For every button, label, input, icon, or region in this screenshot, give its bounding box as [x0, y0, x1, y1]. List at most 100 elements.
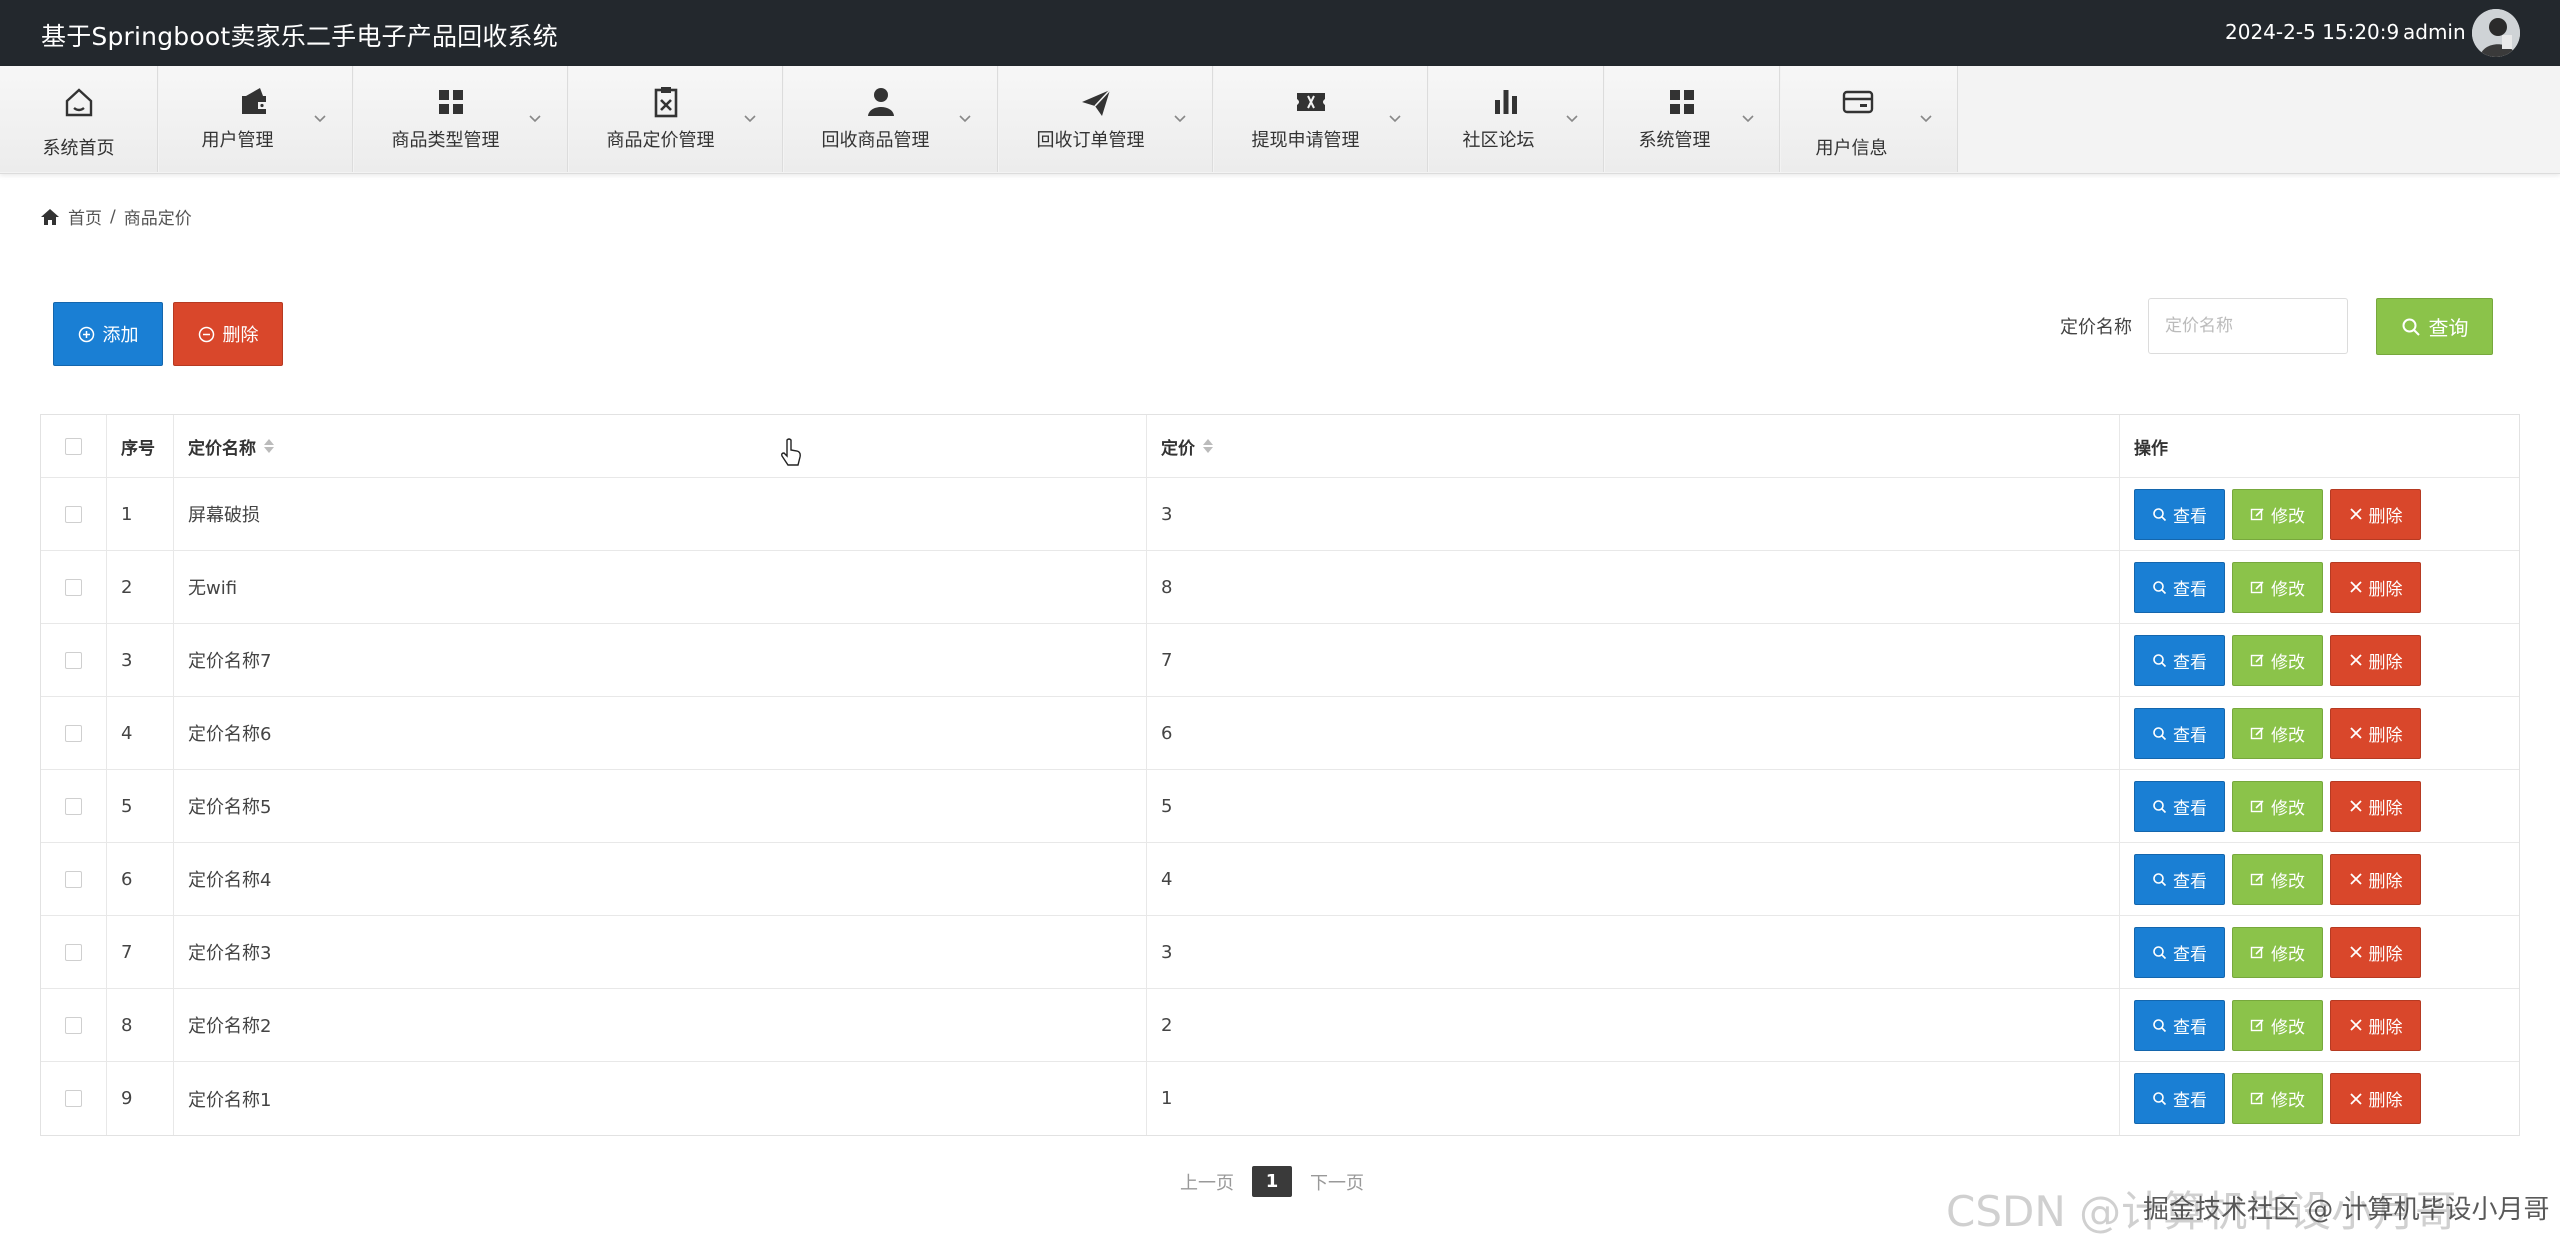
row-index: 8	[107, 989, 174, 1061]
sort-icon[interactable]	[1203, 438, 1213, 454]
view-button-label: 查看	[2173, 652, 2207, 673]
sort-icon[interactable]	[264, 438, 274, 454]
row-index: 2	[107, 551, 174, 623]
nav-item-product-type[interactable]: 商品类型管理	[354, 66, 568, 172]
table-row: 8 定价名称2 2 查看 修改 删除	[41, 989, 2519, 1062]
row-checkbox[interactable]	[65, 578, 82, 596]
row-checkbox[interactable]	[65, 943, 82, 961]
paper-plane-icon	[1082, 89, 1111, 116]
breadcrumb-home[interactable]: 首页	[68, 204, 102, 229]
delete-button[interactable]: 删除	[2330, 707, 2421, 759]
edit-button[interactable]: 修改	[2232, 488, 2323, 540]
row-name: 定价名称3	[174, 916, 1147, 988]
row-checkbox[interactable]	[65, 505, 82, 523]
row-index: 9	[107, 1062, 174, 1135]
view-button[interactable]: 查看	[2134, 634, 2225, 686]
add-button-label: 添加	[102, 325, 139, 346]
row-index: 6	[107, 843, 174, 915]
next-page-link[interactable]: 下一页	[1310, 1169, 1364, 1195]
nav-item-recycle-orders[interactable]: 回收订单管理	[999, 66, 1213, 172]
delete-button[interactable]: 删除	[2330, 634, 2421, 686]
view-button[interactable]: 查看	[2134, 999, 2225, 1051]
view-button[interactable]: 查看	[2134, 1073, 2225, 1124]
row-actions: 查看 修改 删除	[2120, 478, 2520, 550]
row-index: 3	[107, 624, 174, 696]
delete-button[interactable]: 删除	[2330, 488, 2421, 540]
edit-button[interactable]: 修改	[2232, 853, 2323, 905]
nav-label: 用户管理	[201, 130, 274, 151]
chevron-down-icon	[529, 115, 541, 123]
nav-item-withdrawals[interactable]: 提现申请管理	[1214, 66, 1428, 172]
batch-delete-button[interactable]: 删除	[173, 302, 283, 366]
breadcrumb: 首页 / 商品定价	[40, 204, 192, 229]
delete-button[interactable]: 删除	[2330, 999, 2421, 1051]
row-price: 2	[1147, 989, 2120, 1061]
nav-item-user-management[interactable]: 用户管理	[159, 66, 353, 172]
table-row: 7 定价名称3 3 查看 修改 删除	[41, 916, 2519, 989]
view-button[interactable]: 查看	[2134, 780, 2225, 832]
search-label: 定价名称	[2060, 317, 2132, 338]
edit-button[interactable]: 修改	[2232, 926, 2323, 978]
delete-button[interactable]: 删除	[2330, 780, 2421, 832]
delete-button[interactable]: 删除	[2330, 926, 2421, 978]
prev-page-link[interactable]: 上一页	[1180, 1169, 1234, 1195]
nav-item-system[interactable]: 系统管理	[1605, 66, 1780, 172]
row-checkbox[interactable]	[65, 870, 82, 888]
row-price: 1	[1147, 1062, 2120, 1135]
edit-button-label: 修改	[2271, 579, 2305, 600]
row-price: 3	[1147, 478, 2120, 550]
add-button[interactable]: 添加	[53, 302, 163, 366]
select-all-checkbox[interactable]	[65, 437, 82, 455]
header-index: 序号	[107, 415, 174, 477]
row-actions: 查看 修改 删除	[2120, 916, 2520, 988]
edit-button[interactable]: 修改	[2232, 1073, 2323, 1124]
edit-button[interactable]: 修改	[2232, 780, 2323, 832]
edit-button-label: 修改	[2271, 506, 2305, 527]
query-button[interactable]: 查询	[2376, 298, 2493, 355]
delete-button[interactable]: 删除	[2330, 561, 2421, 613]
row-checkbox[interactable]	[65, 1090, 82, 1107]
delete-button[interactable]: 删除	[2330, 1073, 2421, 1124]
header-price[interactable]: 定价	[1147, 415, 2120, 477]
ticket-icon	[1297, 93, 1325, 111]
nav-label: 回收商品管理	[821, 130, 930, 151]
search-icon	[2152, 872, 2167, 887]
grid-icon	[1670, 90, 1694, 114]
view-button[interactable]: 查看	[2134, 561, 2225, 613]
nav-item-forum[interactable]: 社区论坛	[1429, 66, 1604, 172]
avatar[interactable]	[2472, 9, 2520, 57]
close-icon	[2349, 1018, 2363, 1032]
nav-item-pricing[interactable]: 商品定价管理	[569, 66, 783, 172]
nav-label: 系统管理	[1638, 130, 1711, 151]
close-icon	[2349, 799, 2363, 813]
header-name[interactable]: 定价名称	[174, 415, 1147, 477]
edit-button[interactable]: 修改	[2232, 561, 2323, 613]
edit-button-label: 修改	[2271, 652, 2305, 673]
view-button-label: 查看	[2173, 944, 2207, 965]
view-button[interactable]: 查看	[2134, 488, 2225, 540]
view-button[interactable]: 查看	[2134, 707, 2225, 759]
view-button-label: 查看	[2173, 871, 2207, 892]
row-checkbox[interactable]	[65, 651, 82, 669]
row-checkbox[interactable]	[65, 724, 82, 742]
nav-item-recycle-products[interactable]: 回收商品管理	[784, 66, 998, 172]
edit-button-label: 修改	[2271, 1091, 2305, 1111]
username[interactable]: admin	[2403, 20, 2466, 44]
edit-button[interactable]: 修改	[2232, 707, 2323, 759]
nav-item-user-info[interactable]: 用户信息	[1781, 66, 1958, 172]
user-icon	[868, 88, 894, 116]
row-checkbox[interactable]	[65, 797, 82, 815]
edit-icon	[2250, 1018, 2265, 1033]
delete-button[interactable]: 删除	[2330, 853, 2421, 905]
current-page[interactable]: 1	[1252, 1166, 1292, 1197]
view-button[interactable]: 查看	[2134, 926, 2225, 978]
row-checkbox[interactable]	[65, 1016, 82, 1034]
minus-circle-icon	[198, 326, 214, 342]
row-actions: 查看 修改 删除	[2120, 624, 2520, 696]
edit-button[interactable]: 修改	[2232, 634, 2323, 686]
row-checkbox-cell	[41, 843, 107, 915]
view-button[interactable]: 查看	[2134, 853, 2225, 905]
nav-item-home[interactable]: 系统首页	[0, 66, 158, 172]
search-input[interactable]	[2148, 298, 2348, 354]
edit-button[interactable]: 修改	[2232, 999, 2323, 1051]
